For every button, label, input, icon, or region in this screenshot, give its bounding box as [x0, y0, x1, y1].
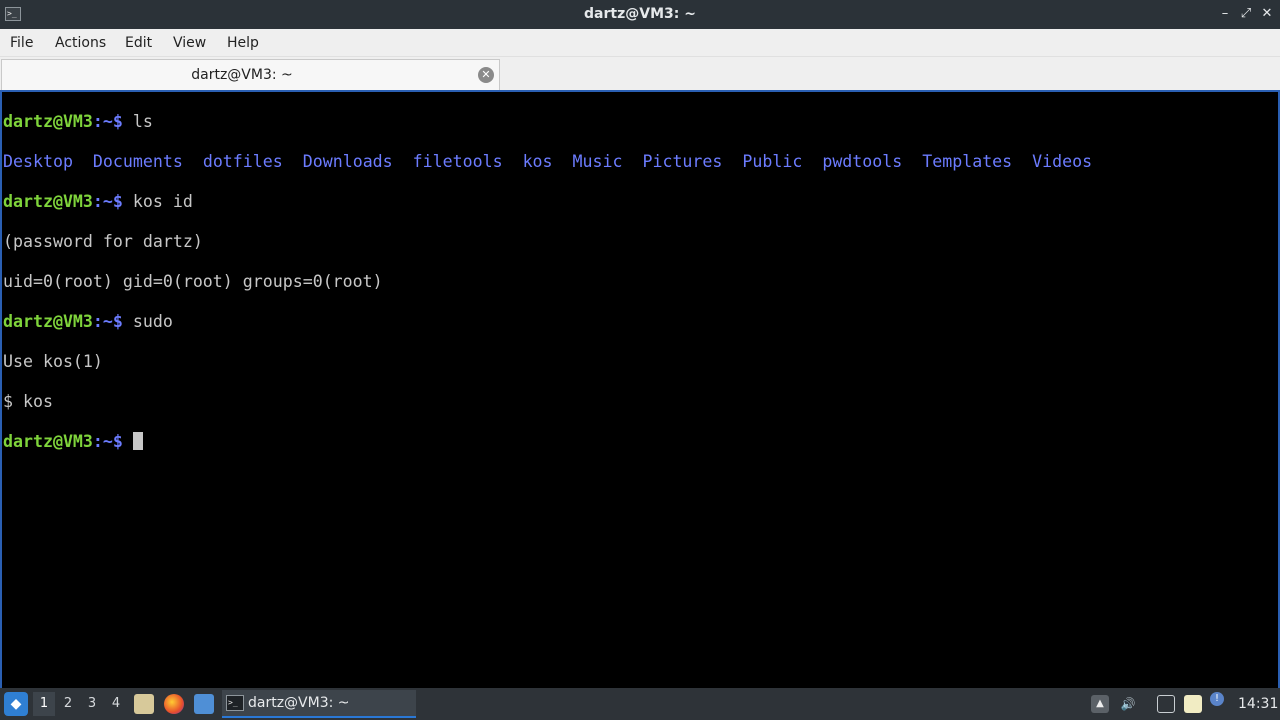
network-icon[interactable]	[1157, 695, 1175, 713]
taskbar-task-terminal[interactable]: >_ dartz@VM3: ~	[222, 690, 416, 718]
dir-entry: Downloads	[302, 152, 393, 171]
menu-actions[interactable]: Actions	[55, 29, 106, 57]
prompt-path: :~$	[92, 192, 123, 211]
workspace-4[interactable]: 4	[105, 692, 127, 716]
menu-bar: File Actions Edit View Help	[0, 29, 1280, 57]
tab-terminal[interactable]: dartz@VM3: ~ ✕	[1, 59, 500, 90]
show-desktop-icon[interactable]	[194, 694, 214, 714]
maximize-button[interactable]: ⤢	[1238, 6, 1254, 22]
terminal-line: dartz@VM3:~$ kos id	[3, 192, 1278, 212]
dir-entry: filetools	[412, 152, 503, 171]
dir-entry: Pictures	[642, 152, 723, 171]
tray-expand-icon[interactable]: ▲	[1091, 695, 1109, 713]
dir-entry: dotfiles	[202, 152, 283, 171]
window-titlebar[interactable]: >_ dartz@VM3: ~ – ⤢ ✕	[0, 0, 1280, 29]
dir-entry: pwdtools	[822, 152, 903, 171]
output-text: (password for dartz)	[3, 232, 203, 251]
volume-icon[interactable]: 🔊	[1119, 695, 1137, 713]
minimize-button[interactable]: –	[1217, 6, 1233, 22]
close-window-button[interactable]: ✕	[1259, 6, 1275, 22]
dir-entry: Desktop	[3, 152, 73, 171]
command-text: sudo	[122, 312, 173, 331]
prompt-user: dartz@VM3	[3, 112, 93, 131]
command-text: ls	[122, 112, 153, 131]
dir-entry: Videos	[1032, 152, 1093, 171]
prompt-user: dartz@VM3	[3, 192, 93, 211]
firefox-icon[interactable]	[164, 694, 184, 714]
prompt-user: dartz@VM3	[3, 312, 93, 331]
window-title: dartz@VM3: ~	[584, 6, 696, 22]
prompt-path: :~$	[92, 312, 123, 331]
clock[interactable]: 14:31	[1238, 688, 1278, 720]
output-text: Use kos(1)	[3, 352, 103, 371]
dir-entry: kos	[522, 152, 553, 171]
tab-label: dartz@VM3: ~	[191, 67, 293, 83]
terminal-line: uid=0(root) gid=0(root) groups=0(root)	[3, 272, 1278, 292]
taskbar: ◆ 1 2 3 4 >_ dartz@VM3: ~ ▲ 🔊 ! 14:31	[0, 688, 1280, 720]
dir-entry: Public	[742, 152, 803, 171]
terminal-line: Use kos(1)	[3, 352, 1278, 372]
menu-edit[interactable]: Edit	[125, 29, 152, 57]
prompt-path: :~$	[92, 432, 123, 451]
terminal-line: (password for dartz)	[3, 232, 1278, 252]
command-text	[123, 432, 133, 451]
terminal-line: dartz@VM3:~$	[3, 432, 1278, 452]
prompt-path: :~$	[92, 112, 123, 131]
menu-file[interactable]: File	[10, 29, 33, 57]
prompt-user: dartz@VM3	[3, 432, 93, 451]
terminal-icon: >_	[226, 695, 244, 711]
dir-entry: Music	[572, 152, 623, 171]
start-menu-icon[interactable]: ◆	[4, 692, 28, 716]
task-label: dartz@VM3: ~	[248, 695, 350, 711]
menu-view[interactable]: View	[173, 29, 206, 57]
terminal-line: dartz@VM3:~$ sudo	[3, 312, 1278, 332]
output-text: $ kos	[3, 392, 53, 411]
update-notification-icon[interactable]: !	[1210, 692, 1224, 706]
command-text: kos id	[122, 192, 193, 211]
workspace-2[interactable]: 2	[57, 692, 79, 716]
terminal-cursor	[132, 432, 143, 450]
dir-entry: Documents	[92, 152, 183, 171]
menu-help[interactable]: Help	[227, 29, 259, 57]
tab-bar: dartz@VM3: ~ ✕	[0, 57, 1280, 90]
dir-entry: Templates	[922, 152, 1013, 171]
terminal-line: Desktop Documents dotfiles Downloads fil…	[3, 152, 1278, 172]
file-manager-icon[interactable]	[134, 694, 154, 714]
terminal-output[interactable]: dartz@VM3:~$ ls Desktop Documents dotfil…	[0, 90, 1280, 688]
terminal-line: $ kos	[3, 392, 1278, 412]
tab-close-icon[interactable]: ✕	[478, 67, 494, 83]
workspace-3[interactable]: 3	[81, 692, 103, 716]
terminal-line: dartz@VM3:~$ ls	[3, 112, 1278, 132]
workspace-1[interactable]: 1	[33, 692, 55, 716]
clipboard-icon[interactable]	[1184, 695, 1202, 713]
output-text: uid=0(root) gid=0(root) groups=0(root)	[3, 272, 383, 291]
